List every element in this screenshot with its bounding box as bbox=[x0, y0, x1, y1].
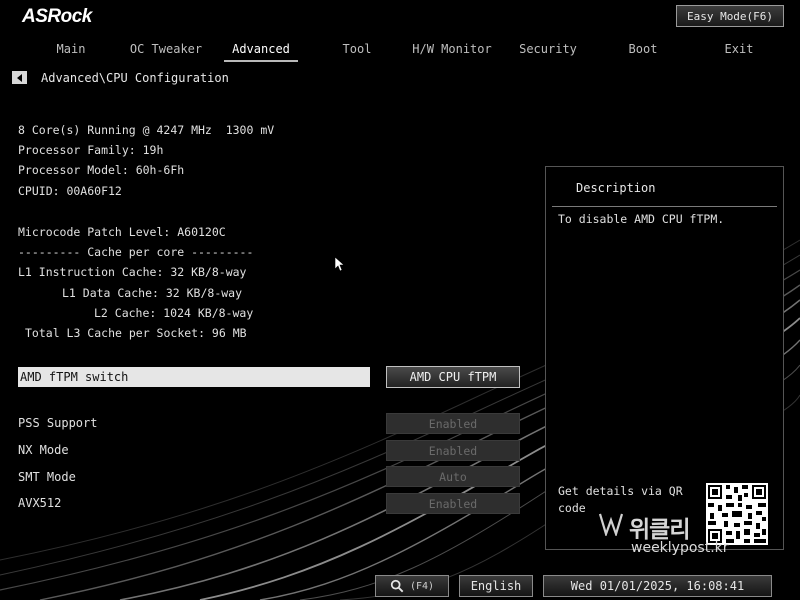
description-panel: Description To disable AMD CPU fTPM. Get… bbox=[545, 166, 784, 550]
l1-data-cache: L1 Data Cache: 32 KB/8-way bbox=[62, 286, 243, 300]
nx-mode-select[interactable]: Enabled bbox=[386, 440, 520, 461]
tab-exit[interactable]: Exit bbox=[712, 40, 766, 60]
cpuid: CPUID: 00A60F12 bbox=[18, 184, 122, 198]
nx-mode-label[interactable]: NX Mode bbox=[18, 443, 69, 457]
cache-header: --------- Cache per core --------- bbox=[18, 245, 254, 259]
tab-hw-monitor[interactable]: H/W Monitor bbox=[408, 40, 496, 60]
pss-support-label[interactable]: PSS Support bbox=[18, 416, 97, 430]
avx512-select[interactable]: Enabled bbox=[386, 493, 520, 514]
description-text: To disable AMD CPU fTPM. bbox=[558, 212, 725, 226]
tab-main[interactable]: Main bbox=[44, 40, 98, 60]
breadcrumb: Advanced\CPU Configuration bbox=[41, 71, 229, 85]
search-button[interactable]: (F4) bbox=[375, 575, 449, 597]
datetime-display[interactable]: Wed 01/01/2025, 16:08:41 bbox=[543, 575, 772, 597]
microcode-patch-level: Microcode Patch Level: A60120C bbox=[18, 225, 226, 239]
main-tabs: Main OC Tweaker Advanced Tool H/W Monito… bbox=[0, 40, 800, 62]
easy-mode-button[interactable]: Easy Mode(F6) bbox=[676, 5, 784, 27]
cpu-running-info: 8 Core(s) Running @ 4247 MHz 1300 mV bbox=[18, 123, 275, 137]
description-title: Description bbox=[576, 181, 656, 195]
ftpm-switch-select[interactable]: AMD CPU fTPM bbox=[386, 366, 520, 388]
watermark-site: weeklypost.kr bbox=[631, 540, 729, 556]
tab-boot[interactable]: Boot bbox=[616, 40, 670, 60]
tab-oc-tweaker[interactable]: OC Tweaker bbox=[124, 40, 208, 60]
search-icon bbox=[390, 579, 404, 593]
description-divider bbox=[552, 206, 777, 207]
tab-security[interactable]: Security bbox=[514, 40, 582, 60]
qr-code-icon bbox=[706, 483, 768, 545]
search-shortcut-label: (F4) bbox=[409, 580, 435, 592]
asrock-logo: ASRock bbox=[22, 6, 92, 27]
tab-tool[interactable]: Tool bbox=[330, 40, 384, 60]
l1-instruction-cache: L1 Instruction Cache: 32 KB/8-way bbox=[18, 265, 247, 279]
watermark-logo-icon bbox=[599, 513, 624, 536]
watermark-korean: 위클리 bbox=[629, 517, 690, 543]
avx512-label[interactable]: AVX512 bbox=[18, 496, 61, 510]
processor-family: Processor Family: 19h bbox=[18, 143, 164, 157]
pss-support-select[interactable]: Enabled bbox=[386, 413, 520, 434]
ftpm-switch-label[interactable]: AMD fTPM switch bbox=[18, 367, 370, 387]
smt-mode-label[interactable]: SMT Mode bbox=[18, 470, 76, 484]
back-arrow-icon[interactable] bbox=[12, 71, 27, 84]
tab-advanced[interactable]: Advanced bbox=[224, 40, 298, 62]
l3-cache: Total L3 Cache per Socket: 96 MB bbox=[25, 326, 247, 340]
language-button[interactable]: English bbox=[459, 575, 533, 597]
l2-cache: L2 Cache: 1024 KB/8-way bbox=[94, 306, 254, 320]
mouse-cursor-icon bbox=[335, 257, 345, 272]
processor-model: Processor Model: 60h-6Fh bbox=[18, 163, 185, 177]
smt-mode-select[interactable]: Auto bbox=[386, 466, 520, 487]
